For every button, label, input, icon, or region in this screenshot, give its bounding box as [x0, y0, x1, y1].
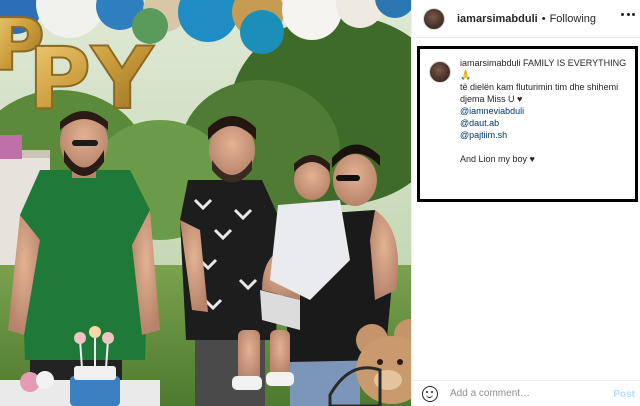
caption-line-2: të dielën kam fluturimin tim dhe shihemi…	[460, 82, 619, 104]
mention-link[interactable]: @daut.ab	[460, 117, 629, 129]
comment-bar: Post	[412, 380, 640, 406]
post-button[interactable]: Post	[613, 389, 635, 400]
comment-input[interactable]	[450, 388, 600, 399]
caption-closing: And Lion my boy ♥	[460, 154, 535, 164]
post-header: iamarsimabduli • Following	[412, 0, 640, 38]
more-dot	[621, 13, 624, 16]
post-side-panel: iamarsimabduli • Following iamarsimabdul…	[411, 0, 640, 406]
mention-link[interactable]: @pajtiim.sh	[460, 129, 629, 141]
post-photo[interactable]: P PY	[0, 0, 411, 406]
header-username[interactable]: iamarsimabduli	[457, 13, 538, 25]
caption-body: iamarsimabduli FAMILY IS EVERYTHING 🙏 të…	[460, 57, 629, 193]
teddy-bear	[356, 319, 411, 404]
more-dot	[632, 13, 635, 16]
caption-highlight-box: iamarsimabduli FAMILY IS EVERYTHING 🙏 të…	[417, 46, 638, 202]
caption-avatar[interactable]	[429, 61, 451, 83]
following-button[interactable]: Following	[550, 13, 596, 25]
mention-link[interactable]: @iamneviabduli	[460, 105, 629, 117]
caption-username[interactable]: iamarsimabduli	[460, 58, 521, 68]
more-dot	[626, 13, 630, 16]
more-options-icon[interactable]	[621, 13, 635, 19]
caption-first-line: iamarsimabduli FAMILY IS EVERYTHING 🙏	[460, 57, 629, 81]
header-separator: •	[541, 12, 546, 25]
emoji-icon[interactable]	[422, 385, 438, 402]
party-photo-illustration: P PY	[0, 0, 411, 406]
profile-avatar[interactable]	[423, 7, 445, 30]
